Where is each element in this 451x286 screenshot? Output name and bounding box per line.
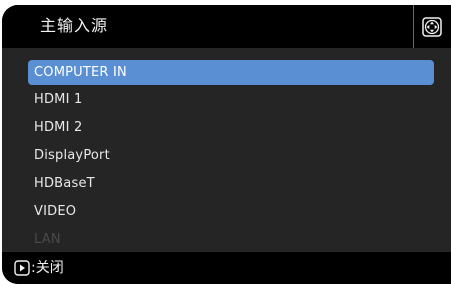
right-arrow-button-icon[interactable] <box>14 260 30 276</box>
close-hint-label: :关闭 <box>31 260 64 276</box>
menu-item-hdbaset[interactable]: HDBaseT <box>28 171 434 196</box>
menu-item-hdmi-1[interactable]: HDMI 1 <box>28 87 434 112</box>
menu-item-hdmi-2[interactable]: HDMI 2 <box>28 115 434 140</box>
menu-item-displayport[interactable]: DisplayPort <box>28 143 434 168</box>
menu-item-lan: LAN <box>34 232 61 247</box>
four-way-arrows-icon[interactable] <box>422 17 442 37</box>
header-divider <box>413 5 414 48</box>
menu-title: 主输入源 <box>40 16 109 35</box>
input-source-menu: 主输入源 COMPUTER IN HDMI 1 HDMI 2 DisplayPo… <box>2 5 451 284</box>
menu-item-video[interactable]: VIDEO <box>28 199 434 224</box>
menu-header: 主输入源 <box>2 5 451 48</box>
menu-item-computer-in[interactable]: COMPUTER IN <box>28 60 434 85</box>
input-source-list: COMPUTER IN HDMI 1 HDMI 2 DisplayPort HD… <box>2 48 451 252</box>
menu-footer: :关闭 <box>2 252 451 284</box>
